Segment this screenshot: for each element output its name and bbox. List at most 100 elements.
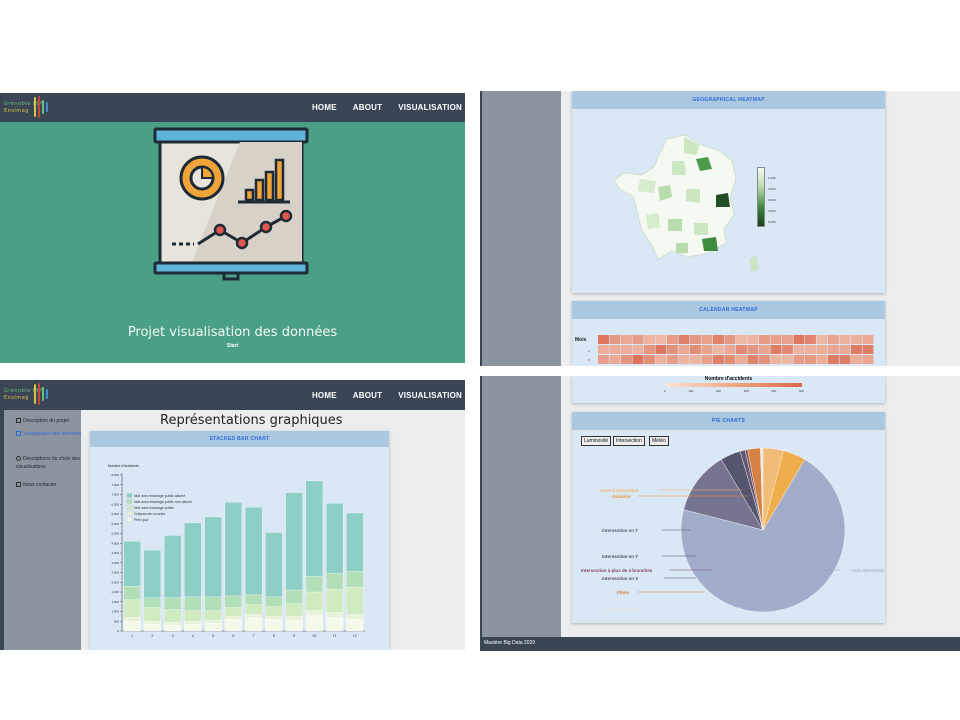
sidebar-item-contact[interactable]: Nous contacter (16, 481, 82, 489)
bar-segment[interactable] (285, 589, 303, 604)
bar-segment[interactable] (325, 617, 344, 632)
bar-segment[interactable] (163, 535, 182, 598)
bar-segment[interactable] (224, 616, 243, 620)
bar-segment[interactable] (305, 615, 324, 632)
bar-segment[interactable] (184, 624, 202, 632)
bar-segment[interactable] (163, 609, 182, 623)
legend-label: Plein jour (134, 518, 149, 522)
logo-line2: Ensimag (4, 108, 29, 114)
nav-visualisation-link[interactable]: VISUALISATION (398, 391, 462, 400)
footer: Mastère Big Data 2020 (480, 637, 960, 651)
bar-segment[interactable] (265, 532, 283, 598)
bar-segment[interactable] (265, 616, 283, 620)
board-bottom-rail (153, 261, 309, 275)
y-tick-label: 1,000 (111, 610, 119, 614)
bar-segment[interactable] (285, 616, 303, 621)
bar-segment[interactable] (204, 610, 222, 621)
bar-segment[interactable] (244, 507, 263, 596)
calendar-cell (621, 355, 632, 364)
bar-segment[interactable] (346, 512, 364, 572)
nav-about-link[interactable]: ABOUT (353, 103, 382, 112)
bar-segment[interactable] (265, 606, 283, 617)
bar-segment[interactable] (285, 492, 303, 591)
luminosity-button[interactable]: Luminosité (581, 436, 612, 446)
bar-segment[interactable] (325, 503, 344, 574)
y-tick-label: 4,500 (111, 541, 119, 545)
pie-chart-card: PIE CHARTS Luminosité Intersection Météo… (572, 412, 885, 623)
nav-home-link[interactable]: HOME (312, 391, 337, 400)
bar-segment[interactable] (265, 619, 283, 632)
bar-segment[interactable] (143, 607, 162, 622)
bar-segment[interactable] (184, 596, 202, 611)
nav-home-link[interactable]: HOME (312, 103, 337, 112)
nav-visualisation-link[interactable]: VISUALISATION (398, 103, 462, 112)
bar-segment[interactable] (143, 621, 162, 625)
calendar-cell (655, 345, 667, 354)
bar-segment[interactable] (346, 571, 364, 588)
chart-icon (16, 431, 21, 436)
logo-line1: Grenoble INP (4, 388, 43, 394)
bar-segment[interactable] (305, 480, 324, 577)
bar-segment[interactable] (346, 586, 364, 615)
sidebar-item-visualisation[interactable]: Visualisation des données (16, 430, 82, 438)
bar-segment[interactable] (123, 621, 141, 632)
bar-segment[interactable] (123, 541, 141, 587)
bar-segment[interactable] (305, 591, 324, 611)
project-title: Projet visualisation des données (127, 325, 338, 340)
bar-segment[interactable] (285, 603, 303, 617)
bar-segment[interactable] (204, 623, 222, 632)
calendar-cell (609, 355, 621, 364)
calendar-cell (598, 355, 609, 364)
bar-segment[interactable] (204, 596, 222, 611)
calendar-cell (690, 335, 701, 344)
legend-swatch (126, 511, 133, 516)
calendar-cell (644, 345, 655, 354)
bar-segment[interactable] (184, 610, 202, 622)
bar-segment[interactable] (163, 597, 182, 610)
bar-segment[interactable] (163, 624, 182, 632)
bar-segment[interactable] (224, 619, 243, 632)
bar-segment[interactable] (244, 604, 263, 615)
bar-segment[interactable] (123, 617, 141, 622)
bar-segment[interactable] (325, 588, 344, 613)
nav-about-link[interactable]: ABOUT (353, 391, 382, 400)
bar-segment[interactable] (224, 502, 243, 597)
ensimag-logo[interactable]: Grenoble INP Ensimag (4, 383, 50, 406)
ensimag-logo[interactable]: Grenoble INP Ensimag (4, 96, 50, 119)
bar-segment[interactable] (346, 614, 364, 620)
bar-segment[interactable] (244, 594, 263, 605)
bar-segment[interactable] (123, 599, 141, 618)
calendar-cell (598, 345, 609, 354)
calendar-cell (759, 335, 770, 344)
bar-segment[interactable] (346, 619, 364, 632)
pie-label: Intersection en Y (602, 554, 638, 559)
calendar-cell (747, 345, 759, 354)
bar-segment[interactable] (244, 614, 263, 618)
bar-segment[interactable] (184, 522, 202, 598)
bar-segment[interactable] (285, 620, 303, 632)
sidebar-item-description[interactable]: Description du projet (16, 417, 82, 425)
intersection-button[interactable]: Intersection (613, 436, 645, 446)
calendar-cell (724, 345, 736, 354)
bar-segment[interactable] (265, 596, 283, 607)
bar-segment[interactable] (224, 607, 243, 617)
bar-segment[interactable] (204, 620, 222, 624)
bar-segment[interactable] (163, 622, 182, 626)
bar-segment[interactable] (325, 612, 344, 618)
bar-segment[interactable] (224, 595, 243, 608)
sidebar-item-choices[interactable]: Descriptions du choix des visualisations (16, 455, 82, 471)
bar-segment[interactable] (143, 624, 162, 632)
bar-segment[interactable] (325, 573, 344, 590)
start-link[interactable]: Start (0, 343, 465, 349)
bar-segment[interactable] (204, 516, 222, 598)
bar-segment[interactable] (123, 585, 141, 600)
bar-segment[interactable] (305, 610, 324, 616)
bar-segment[interactable] (143, 549, 162, 598)
weather-button[interactable]: Météo (649, 436, 669, 446)
bar-segment[interactable] (184, 621, 202, 625)
stacked-bar-header: STACKED BAR CHART (90, 431, 389, 447)
bar-segment[interactable] (305, 576, 324, 593)
bar-segment[interactable] (244, 617, 263, 632)
bar-segment[interactable] (143, 597, 162, 608)
calendar-heatmap-grid (598, 335, 874, 364)
